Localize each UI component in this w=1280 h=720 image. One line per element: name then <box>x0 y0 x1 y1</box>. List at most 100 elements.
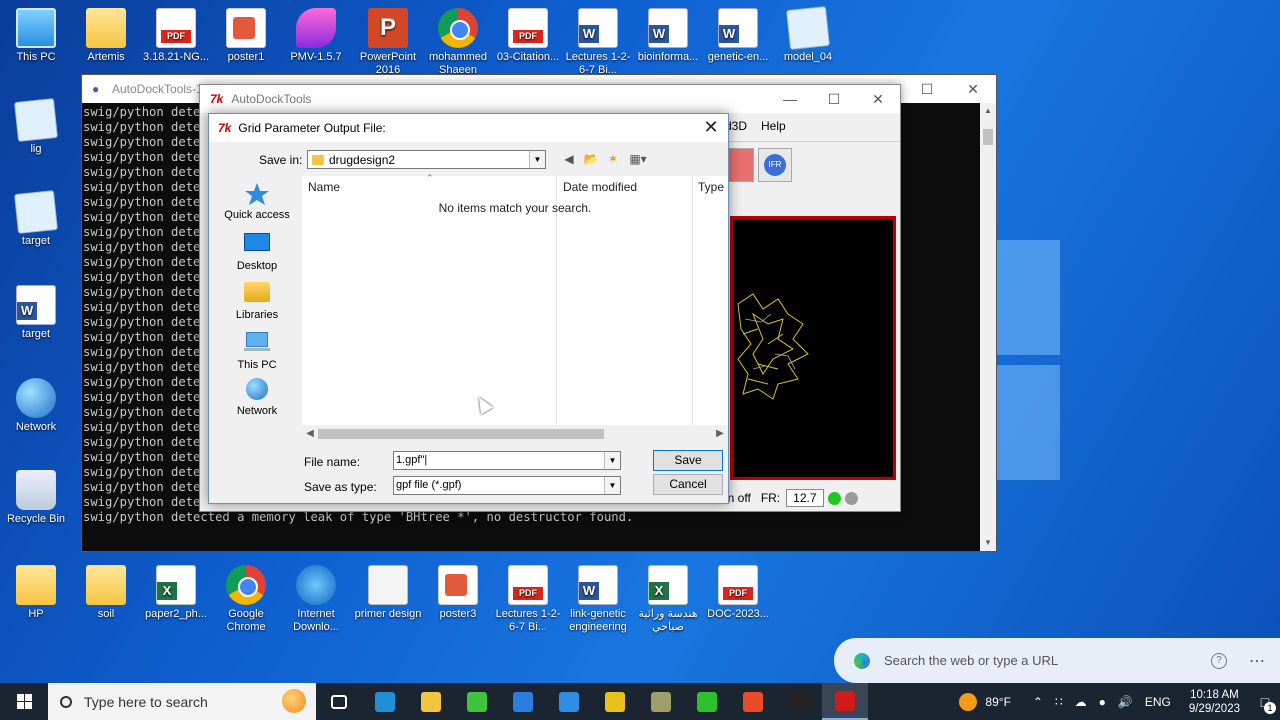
save-button[interactable]: Save <box>653 450 723 471</box>
taskbar-app-screen-tool[interactable] <box>638 683 684 720</box>
desktop-icon[interactable]: Recycle Bin <box>0 470 72 526</box>
desktop-icon[interactable]: target <box>0 190 72 248</box>
place-desktop[interactable]: Desktop <box>217 231 297 272</box>
chevron-down-icon[interactable]: ▼ <box>529 151 545 168</box>
menu-item-help[interactable]: Help <box>761 119 786 133</box>
desktop-icon[interactable]: poster1 <box>210 8 282 64</box>
desktop-icon[interactable]: 3.18.21-NG... <box>140 8 212 64</box>
microphone-icon[interactable]: ● <box>1099 695 1106 709</box>
desktop-icon[interactable]: HP <box>0 565 72 621</box>
new-folder-icon[interactable]: ✶ <box>605 151 621 167</box>
taskbar-app-terminal[interactable] <box>776 683 822 720</box>
place-libraries[interactable]: Libraries <box>217 280 297 321</box>
desktop-icon[interactable]: Network <box>0 378 72 434</box>
column-date-modified[interactable]: Date modified <box>563 176 637 198</box>
more-options-icon[interactable]: ⋯ <box>1249 651 1266 671</box>
weather-temp[interactable]: 89°F <box>985 695 1010 709</box>
taskbar-app-store[interactable] <box>500 683 546 720</box>
taskbar-app-task-view[interactable] <box>316 683 362 720</box>
close-icon[interactable]: ✕ <box>950 75 996 103</box>
column-type[interactable]: Type <box>698 176 724 198</box>
help-icon[interactable]: ? <box>1211 652 1227 669</box>
desktop-icon[interactable]: link-genetic engineering <box>562 565 634 634</box>
scroll-left-icon[interactable]: ◀ <box>302 425 318 442</box>
language-indicator[interactable]: ENG <box>1145 695 1171 709</box>
notification-center-icon[interactable]: □ 1 <box>1250 683 1280 720</box>
taskbar-app-mail[interactable] <box>546 683 592 720</box>
desktop-icon[interactable]: Lectures 1-2-6-7 Bi... <box>562 8 634 77</box>
scroll-down-icon[interactable]: ▼ <box>980 535 996 551</box>
taskbar-app-edge[interactable] <box>362 683 408 720</box>
clock[interactable]: 10:18 AM 9/29/2023 <box>1189 688 1240 716</box>
desktop-icon[interactable]: poster3 <box>422 565 494 621</box>
taskbar-search[interactable]: Type here to search <box>48 683 316 720</box>
desktop-icon[interactable]: Google Chrome <box>210 565 282 634</box>
desktop-icon[interactable]: 03-Citation... <box>492 8 564 64</box>
scroll-thumb[interactable] <box>983 129 993 145</box>
volume-icon[interactable]: 🔊 <box>1118 695 1133 709</box>
desktop-icon[interactable]: target <box>0 285 72 341</box>
start-button[interactable] <box>0 683 48 720</box>
desktop-icon[interactable]: PMV-1.5.7 <box>280 8 352 64</box>
desktop-icon[interactable]: genetic-en... <box>702 8 774 64</box>
maximize-icon[interactable]: ☐ <box>904 75 950 103</box>
minimize-icon[interactable]: — <box>768 85 812 113</box>
console-scrollbar[interactable]: ▲ ▼ <box>980 103 996 551</box>
horizontal-scrollbar[interactable]: ◀ ▶ <box>302 425 728 442</box>
desktop-icon[interactable]: primer design <box>352 565 424 621</box>
weather-icon[interactable] <box>959 692 978 711</box>
taskbar-app-camtasia[interactable] <box>684 683 730 720</box>
desktop-icon[interactable]: Artemis <box>70 8 142 64</box>
desktop-icon[interactable]: PowerPoint 2016 <box>352 8 424 77</box>
desktop-icon[interactable]: paper2_ph... <box>140 565 212 621</box>
close-icon[interactable]: ✕ <box>700 116 722 138</box>
empty-message: No items match your search. <box>438 201 592 215</box>
taskbar-app-file-explorer[interactable] <box>408 683 454 720</box>
taskbar-app-babel[interactable] <box>592 683 638 720</box>
save-in-combobox[interactable]: drugdesign2 ▼ <box>307 150 546 169</box>
scroll-up-icon[interactable]: ▲ <box>980 103 996 119</box>
onedrive-icon[interactable]: ☁ <box>1075 695 1087 709</box>
taskbar-app-camtasia-red[interactable] <box>730 683 776 720</box>
up-folder-icon[interactable]: 📂 <box>583 151 599 167</box>
desktop-icon[interactable]: DOC-2023... <box>702 565 774 621</box>
save-as-type-select[interactable]: gpf file (*.gpf) ▼ <box>393 476 621 495</box>
desktop-icon[interactable]: Lectures 1-2-6-7 Bi... <box>492 565 564 634</box>
desktop-icon[interactable]: model_04 <box>772 6 844 64</box>
molecule-viewer[interactable] <box>730 216 896 480</box>
edge-search-placeholder[interactable]: Search the web or type a URL <box>884 653 1211 668</box>
taskbar-app-pymol[interactable] <box>454 683 500 720</box>
file-name-input[interactable]: 1.gpf"| ▼ <box>393 451 621 470</box>
place-network[interactable]: Network <box>217 378 297 417</box>
folder-icon <box>86 565 126 605</box>
desktop-icon[interactable]: mohammed Shaeen <box>422 8 494 77</box>
scroll-thumb[interactable] <box>318 429 604 439</box>
chevron-down-icon[interactable]: ▼ <box>604 477 620 494</box>
system-tray: 89°F ⌃ ∷ ☁ ● 🔊 ENG 10:18 AM 9/29/2023 □ … <box>959 683 1280 720</box>
scroll-right-icon[interactable]: ▶ <box>712 425 728 442</box>
desktop-icon[interactable]: lig <box>0 98 72 156</box>
place-quick-access[interactable]: Quick access <box>217 182 297 221</box>
edge-search-bar[interactable]: Search the web or type a URL ? ⋯ <box>834 638 1280 683</box>
maximize-icon[interactable]: ☐ <box>812 85 856 113</box>
chevron-down-icon[interactable]: ▼ <box>604 452 620 469</box>
cancel-button[interactable]: Cancel <box>653 474 723 495</box>
chevron-up-icon[interactable]: ⌃ <box>1033 695 1043 709</box>
grid-parameter-output-dialog[interactable]: 7k Grid Parameter Output File: ✕ Save in… <box>208 113 729 504</box>
search-highlight-icon[interactable] <box>282 689 306 713</box>
back-arrow-icon[interactable]: ◀ <box>561 151 577 167</box>
network-status-icon[interactable]: ∷ <box>1055 695 1063 709</box>
file-list[interactable]: Name ⌃ Date modified Type No items match… <box>302 173 728 442</box>
desktop-icon[interactable]: This PC <box>0 8 72 64</box>
desktop-icon[interactable]: soil <box>70 565 142 621</box>
place-this-pc[interactable]: This PC <box>217 329 297 371</box>
desktop-icon[interactable]: هندسة وراثية صباحي <box>632 565 704 634</box>
close-icon[interactable]: ✕ <box>856 85 900 113</box>
view-menu-icon[interactable]: ▦▾ <box>627 151 649 167</box>
column-name[interactable]: Name <box>308 176 340 198</box>
desktop-icon[interactable]: bioinforma... <box>632 8 704 64</box>
taskbar-app-autodocktools[interactable] <box>822 683 868 720</box>
desktop-icon[interactable]: Internet Downlo... <box>280 565 352 634</box>
tool-button-ifr[interactable]: IFR <box>758 148 792 182</box>
dialog-titlebar[interactable]: 7k Grid Parameter Output File: <box>209 114 728 142</box>
